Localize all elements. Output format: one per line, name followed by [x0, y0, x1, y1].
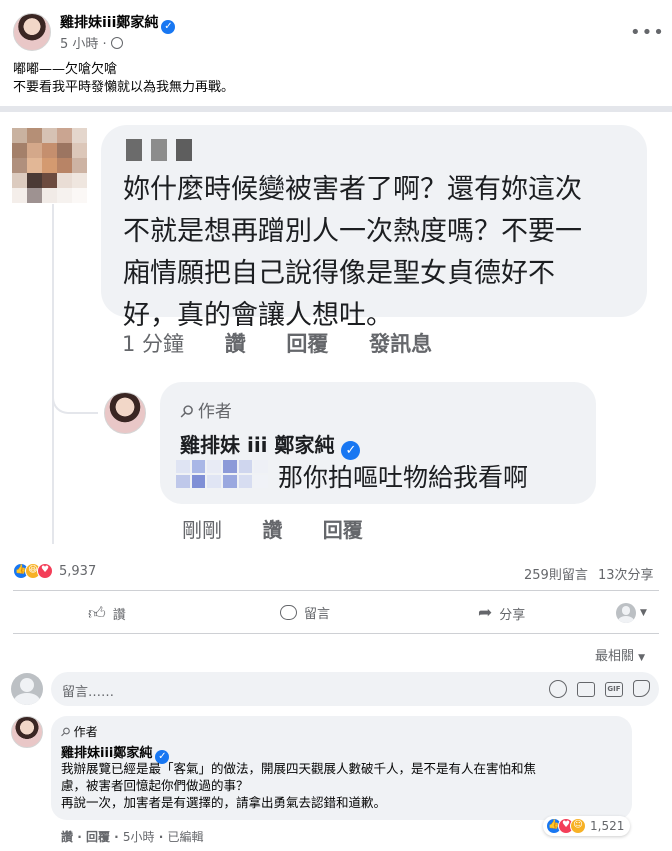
thread-line [52, 204, 54, 544]
author-comment-reactions[interactable]: 👍 ♥ ☺ 1,521 [543, 816, 631, 836]
emoji-icon[interactable] [549, 680, 567, 698]
microphone-icon: ⚲ [174, 400, 198, 424]
sticker-icon[interactable] [633, 680, 650, 697]
share-arrow-icon: ➦ [478, 603, 493, 623]
comment-care-icon: ☺ [570, 818, 586, 834]
reaction-summary[interactable]: 👍 😆 ♥ 5,937 [13, 563, 96, 579]
reaction-count[interactable]: 5,937 [59, 564, 96, 579]
like-button[interactable]: 👍︎ 讚 [88, 603, 126, 624]
comment-button[interactable]: 留言 [280, 603, 330, 622]
quoted-comment-bubble: 妳什麼時候變被害者了啊？還有妳這次 不就是想再蹭別人一次熱度嗎？不要一 廂情願把… [101, 125, 647, 331]
post-text-line-1: 嘟嘟——欠嗆欠嗆 [13, 62, 118, 77]
comment-author-avatar[interactable] [11, 716, 43, 748]
author-comment-like[interactable]: 讚 [61, 830, 73, 844]
audience-selector[interactable]: ▼ [616, 603, 647, 623]
quoted-comment-line-3: 廂情願把自己說得像是聖女貞德好不 [123, 258, 555, 289]
sort-label: 最相關 [595, 649, 635, 664]
post-text-line-2: 不要看我平時發懶就以為我無力再戰。 [13, 80, 235, 95]
author-comment-text: 我辦展覽已經是最「客氣」的做法，開展四天觀展人數破千人，是不是有人在害怕和焦 慮… [61, 760, 536, 811]
author-comment-line-2: 慮，被害者回憶起你們做過的事？ [61, 778, 249, 793]
post-time-text[interactable]: 5 小時 [60, 37, 98, 52]
like-button-label: 讚 [112, 608, 126, 623]
quoted-comment-line-1: 妳什麼時候變被害者了啊？還有妳這次 [123, 174, 582, 205]
author-comment-reply[interactable]: 回覆 [86, 830, 110, 844]
post-author-name-text[interactable]: 雞排妹iii鄭家純 [60, 15, 158, 31]
actions-divider [13, 633, 659, 634]
more-options-icon[interactable]: ••• [630, 22, 665, 43]
comment-input[interactable]: 留言…… GIF [51, 672, 659, 706]
stats-divider [13, 590, 659, 591]
thread-branch [52, 382, 98, 414]
quoted-message: 發訊息 [369, 332, 433, 356]
comment-input-placeholder: 留言…… [62, 685, 115, 700]
comment-input-tools: GIF [549, 680, 650, 698]
current-user-avatar[interactable] [11, 673, 43, 705]
quoted-reply-like: 讚 [262, 518, 283, 542]
author-comment-name-text[interactable]: 雞排妹iii鄭家純 [61, 746, 152, 761]
thumbs-up-icon: 👍︎ [88, 604, 106, 624]
reply-author-badge-text: 作者 [197, 402, 232, 422]
reply-author-avatar [104, 392, 146, 434]
comment-sort-selector[interactable]: 最相關 ▼ [595, 645, 645, 664]
post-text: 嘟嘟——欠嗆欠嗆 不要看我平時發懶就以為我無力再戰。 [13, 61, 234, 97]
author-comment-badge-text: 作者 [73, 725, 98, 739]
sort-caret-icon: ▼ [638, 653, 646, 663]
reply-author-name-text: 雞排妹 iii 鄭家純 [180, 433, 335, 457]
share-button-label: 分享 [499, 607, 526, 623]
author-comment-edited[interactable]: 已編輯 [167, 830, 203, 844]
share-count[interactable]: 13次分享 [598, 564, 654, 583]
post-author-avatar[interactable] [13, 13, 51, 51]
author-comment-bubble: ⚲ 作者 雞排妹iii鄭家純 ✓ 我辦展覽已經是最「客氣」的做法，開展四天觀展人數… [51, 716, 632, 820]
reply-author-badge: ⚲ 作者 [175, 397, 232, 424]
quoted-comment-line-2: 不就是想再蹭別人一次熱度嗎？不要一 [123, 216, 582, 247]
audience-avatar [616, 603, 636, 623]
blurred-commenter-avatar [12, 128, 87, 203]
author-comment-line-3: 再說一次，加害者是有選擇的，請拿出勇氣去認錯和道歉。 [61, 795, 387, 810]
verified-badge-icon: ✓ [161, 20, 176, 34]
post-timestamp[interactable]: 5 小時 · [60, 33, 123, 52]
comment-count[interactable]: 259則留言 [524, 564, 588, 583]
author-comment-badge: ⚲ 作者 [57, 723, 98, 740]
author-comment-actions: 讚 · 回覆 · 5小時 · 已編輯 [61, 830, 204, 844]
author-comment-time[interactable]: 5小時 [123, 830, 155, 844]
quoted-reply-bubble: ⚲ 作者 雞排妹 iii 鄭家純 ✓ 那你拍嘔吐物給我看啊 [160, 382, 596, 504]
quoted-reply-actions: 剛剛 讚 回覆 [182, 514, 397, 543]
comment-button-label: 留言 [304, 607, 331, 622]
post-author-name[interactable]: 雞排妹iii鄭家純 ✓ [60, 12, 176, 34]
post-image[interactable]: 妳什麼時候變被害者了啊？還有妳這次 不就是想再蹭別人一次熱度嗎？不要一 廂情願把… [0, 112, 672, 550]
quoted-reply: 回覆 [286, 332, 329, 356]
share-button[interactable]: ➦ 分享 [478, 603, 525, 623]
author-comment-line-1: 我辦展覽已經是最「客氣」的做法，開展四天觀展人數破千人，是不是有人在害怕和焦 [61, 761, 537, 776]
quoted-comment-text: 妳什麼時候變被害者了啊？還有妳這次 不就是想再蹭別人一次熱度嗎？不要一 廂情願把… [123, 169, 582, 337]
censored-mention [176, 460, 268, 488]
quoted-comment-actions: 1 分鐘 讚 回覆 發訊息 [122, 328, 466, 358]
caret-down-icon: ▼ [640, 608, 647, 618]
quoted-like: 讚 [224, 332, 246, 356]
gif-icon[interactable]: GIF [605, 682, 623, 697]
quoted-comment-time: 1 分鐘 [122, 332, 185, 356]
reply-author-name: 雞排妹 iii 鄭家純 ✓ [180, 429, 361, 460]
censored-commenter-name [126, 139, 192, 161]
reply-text: 那你拍嘔吐物給我看啊 [278, 463, 529, 492]
camera-icon[interactable] [577, 682, 595, 697]
love-reaction-icon: ♥ [37, 563, 53, 579]
globe-icon [110, 37, 123, 49]
author-mic-icon: ⚲ [57, 723, 74, 741]
quoted-reply-time: 剛剛 [182, 518, 222, 542]
quoted-reply-reply: 回覆 [322, 518, 363, 542]
comment-reaction-count: 1,521 [590, 819, 625, 833]
comment-bubble-icon [280, 605, 297, 620]
